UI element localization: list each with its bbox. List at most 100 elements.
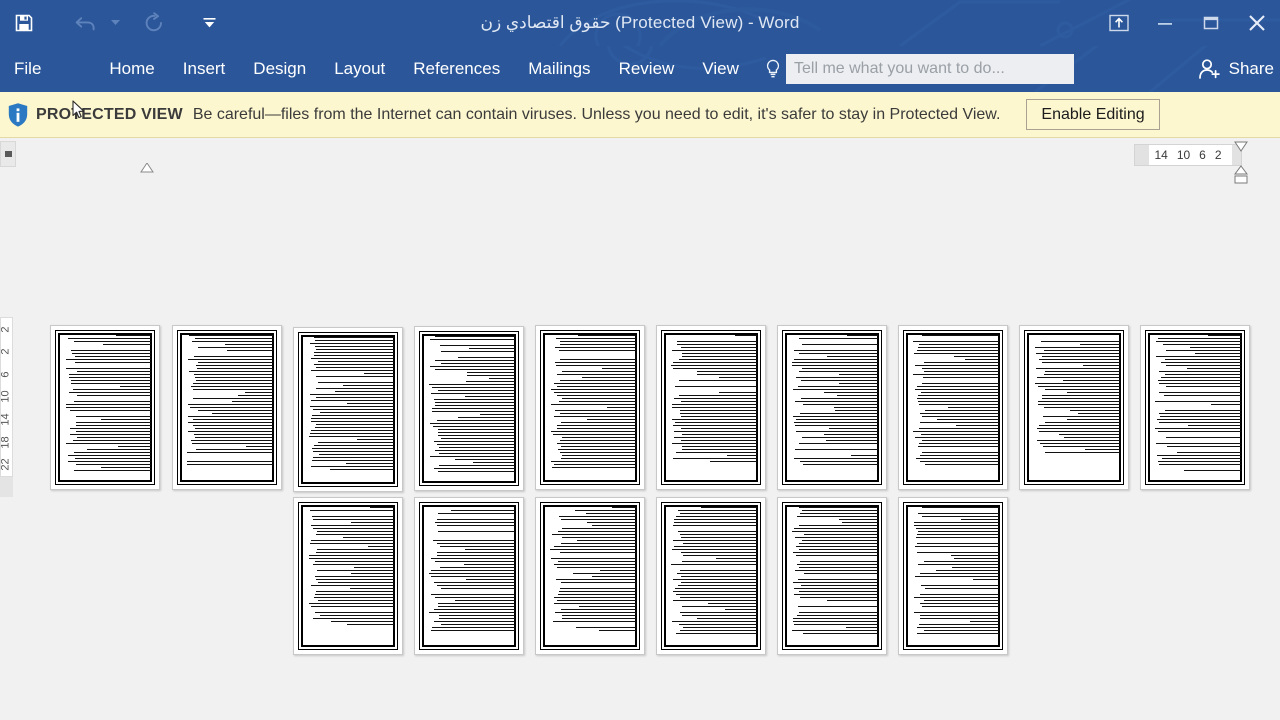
close-button[interactable] xyxy=(1234,0,1280,46)
tab-design[interactable]: Design xyxy=(239,46,320,92)
text-line xyxy=(435,450,515,451)
text-line xyxy=(1165,374,1241,375)
text-line xyxy=(560,380,636,381)
tab-layout[interactable]: Layout xyxy=(320,46,399,92)
text-line xyxy=(69,377,151,378)
page-text-block xyxy=(786,335,878,480)
text-line xyxy=(120,386,151,387)
text-line xyxy=(683,627,757,628)
page-thumbnail[interactable] xyxy=(293,327,403,492)
text-line xyxy=(245,392,273,393)
page-thumbnail[interactable] xyxy=(898,325,1008,490)
tab-file[interactable]: File xyxy=(0,46,61,92)
text-line xyxy=(440,567,515,568)
tab-home[interactable]: Home xyxy=(95,46,168,92)
enable-editing-button[interactable]: Enable Editing xyxy=(1026,99,1160,130)
page-thumbnail[interactable] xyxy=(172,325,282,490)
page-thumbnail[interactable] xyxy=(414,326,524,491)
text-line xyxy=(433,540,515,541)
text-line xyxy=(188,404,273,405)
text-line xyxy=(1208,335,1241,336)
text-line xyxy=(799,338,878,339)
text-line xyxy=(793,389,878,390)
minimize-icon xyxy=(1158,23,1172,25)
page-thumbnail[interactable] xyxy=(535,497,645,655)
text-line xyxy=(431,393,515,394)
page-thumbnail[interactable] xyxy=(777,325,887,490)
text-line xyxy=(558,449,636,450)
text-line xyxy=(678,510,757,511)
text-line xyxy=(318,442,394,443)
tab-insert[interactable]: Insert xyxy=(169,46,240,92)
text-line xyxy=(561,519,636,520)
text-line xyxy=(440,546,515,547)
share-button[interactable]: Share xyxy=(1198,46,1280,92)
restore-button[interactable] xyxy=(1188,0,1234,46)
page-thumbnail[interactable] xyxy=(656,325,766,490)
text-line xyxy=(71,380,151,381)
text-line xyxy=(674,522,757,523)
minimize-button[interactable] xyxy=(1142,0,1188,46)
text-line xyxy=(673,458,757,459)
text-line xyxy=(437,585,515,586)
page-thumbnail[interactable] xyxy=(50,325,160,490)
text-line xyxy=(430,339,515,340)
text-line xyxy=(431,630,515,631)
text-line xyxy=(673,591,757,592)
text-line xyxy=(829,428,878,429)
text-line xyxy=(318,361,394,362)
page-thumbnail[interactable] xyxy=(414,497,524,655)
text-line xyxy=(922,606,999,607)
text-line xyxy=(592,525,636,526)
text-line xyxy=(919,404,999,405)
tab-mailings[interactable]: Mailings xyxy=(514,46,604,92)
text-line xyxy=(681,552,757,553)
text-line xyxy=(915,576,999,577)
text-line xyxy=(74,470,151,471)
text-line xyxy=(800,597,878,598)
tell-me-input[interactable]: Tell me what you want to do... xyxy=(786,54,1074,84)
text-line xyxy=(915,365,999,366)
text-line xyxy=(429,612,515,613)
text-line xyxy=(579,606,636,607)
text-line xyxy=(72,353,151,354)
text-line xyxy=(311,525,394,526)
text-line xyxy=(554,564,636,565)
text-line xyxy=(673,368,757,369)
ruler-tick-6: 6 xyxy=(1199,148,1206,162)
page-thumbnail[interactable] xyxy=(777,497,887,655)
page-thumbnail[interactable] xyxy=(656,497,766,655)
page-thumbnail[interactable] xyxy=(293,497,403,655)
text-line xyxy=(794,350,878,351)
text-line xyxy=(555,347,636,348)
page-thumbnail[interactable] xyxy=(1019,325,1129,490)
text-line xyxy=(435,369,515,370)
text-line xyxy=(921,392,999,393)
text-line xyxy=(922,440,999,441)
text-line xyxy=(313,564,394,565)
text-line xyxy=(793,582,878,583)
text-line xyxy=(313,618,394,619)
text-line xyxy=(1184,470,1241,471)
text-line xyxy=(1070,410,1120,411)
ribbon-display-options-button[interactable] xyxy=(1096,0,1142,46)
text-line xyxy=(600,570,636,571)
text-line xyxy=(550,549,636,550)
text-line xyxy=(194,434,273,435)
tab-view[interactable]: View xyxy=(688,46,753,92)
document-workspace[interactable]: 14 10 6 2 2 2 6 10 14 18 22 xyxy=(0,139,1280,720)
text-line xyxy=(561,582,636,583)
page-thumbnail[interactable] xyxy=(1140,325,1250,490)
tab-design-label: Design xyxy=(253,59,307,78)
page-thumbnail[interactable] xyxy=(898,497,1008,655)
tab-references[interactable]: References xyxy=(399,46,514,92)
text-line xyxy=(799,353,878,354)
share-person-icon xyxy=(1198,59,1220,79)
text-line xyxy=(682,446,757,447)
page-thumbnail[interactable] xyxy=(535,325,645,490)
text-line xyxy=(681,347,757,348)
text-line xyxy=(316,367,394,368)
tab-review[interactable]: Review xyxy=(605,46,689,92)
text-line xyxy=(74,401,151,402)
text-line xyxy=(76,431,151,432)
